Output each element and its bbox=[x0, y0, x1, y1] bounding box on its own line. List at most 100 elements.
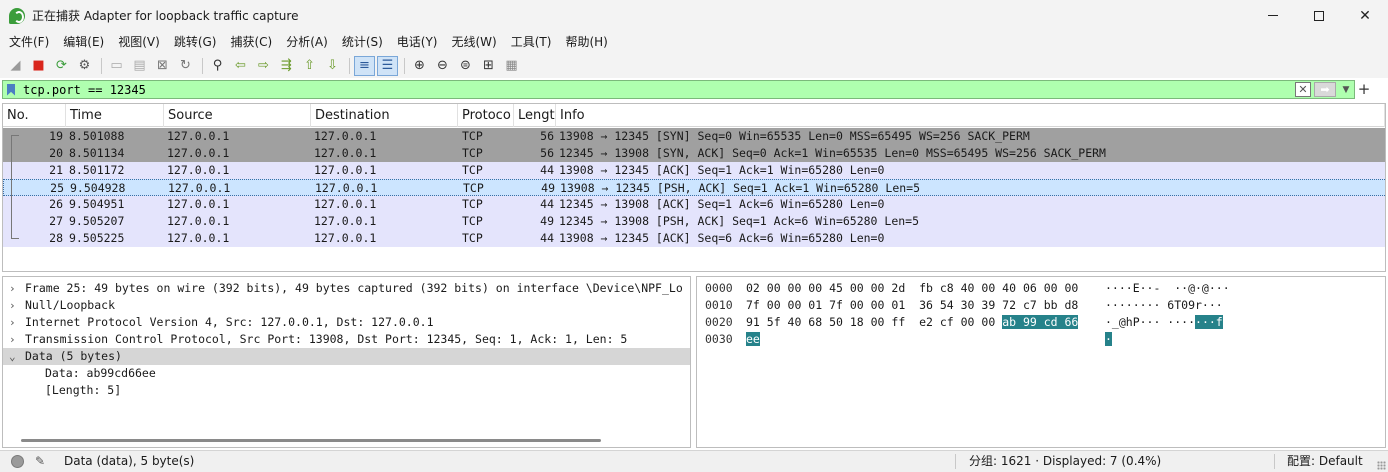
menu-item-10[interactable]: 帮助(H) bbox=[558, 31, 614, 53]
profile-selector[interactable]: 配置: Default bbox=[1287, 451, 1363, 472]
column-header-0[interactable]: No. bbox=[3, 104, 66, 127]
packet-len-cell: 49 bbox=[541, 181, 555, 195]
reload-file-button[interactable]: ↻ bbox=[175, 56, 196, 76]
detail-tree-label: [Length: 5] bbox=[45, 383, 122, 397]
zoom-out-icon: ⊖ bbox=[437, 58, 448, 73]
detail-tree-item[interactable]: › Null/Loopback bbox=[3, 297, 690, 314]
column-header-1[interactable]: Time bbox=[66, 104, 164, 127]
column-header-2[interactable]: Source bbox=[164, 104, 311, 127]
colorize-button[interactable]: ☰ bbox=[377, 55, 398, 76]
title-bar: 正在捕获 Adapter for loopback traffic captur… bbox=[0, 0, 1388, 31]
close-button[interactable]: ✕ bbox=[1342, 0, 1388, 31]
packet-row[interactable]: 26 9.504951 127.0.0.1 127.0.0.1 TCP 44 12345 →… bbox=[3, 196, 1385, 213]
packet-dst-cell: 127.0.0.1 bbox=[315, 181, 378, 195]
detail-tree-item[interactable]: › Transmission Control Protocol, Src Port… bbox=[3, 331, 690, 348]
menu-item-6[interactable]: 统计(S) bbox=[335, 31, 390, 53]
chevron-right-icon[interactable]: › bbox=[9, 297, 19, 314]
menu-item-7[interactable]: 电话(Y) bbox=[390, 31, 445, 53]
packet-proto-cell: TCP bbox=[462, 197, 483, 211]
go-back-button[interactable]: ⇦ bbox=[230, 56, 251, 76]
minimize-button[interactable] bbox=[1250, 0, 1296, 31]
packet-row[interactable]: 27 9.505207 127.0.0.1 127.0.0.1 TCP 49 12345 →… bbox=[3, 213, 1385, 230]
packet-list[interactable]: No. Time Source Destination Protoco Lengt Info… bbox=[2, 103, 1386, 272]
go-to-packet-button[interactable]: ⇶ bbox=[276, 56, 297, 76]
packet-src-cell: 127.0.0.1 bbox=[167, 146, 230, 160]
capture-comment-icon[interactable]: ✎ bbox=[35, 454, 49, 468]
stop-capture-button[interactable]: ■ bbox=[28, 56, 49, 76]
byte-hex[interactable]: 91 5f 40 68 50 18 00 ff e2 cf 00 00 ab 9… bbox=[746, 314, 1079, 331]
packet-row[interactable]: 19 8.501088 127.0.0.1 127.0.0.1 TCP 56 13908 →… bbox=[3, 128, 1385, 145]
shark-fin-start-button[interactable]: ◢ bbox=[5, 56, 26, 76]
menu-item-3[interactable]: 跳转(G) bbox=[167, 31, 224, 53]
byte-ascii[interactable]: ········ 6T09r··· bbox=[1105, 297, 1223, 314]
menu-item-5[interactable]: 分析(A) bbox=[279, 31, 335, 53]
packet-row[interactable]: 20 8.501134 127.0.0.1 127.0.0.1 TCP 56 12345 →… bbox=[3, 145, 1385, 162]
resize-columns-button[interactable]: ⊞ bbox=[478, 56, 499, 76]
restart-capture-icon: ⟳ bbox=[56, 58, 67, 73]
column-header-6[interactable]: Info bbox=[556, 104, 1385, 127]
close-file-button[interactable]: ⊠ bbox=[152, 56, 173, 76]
detail-tree-item[interactable]: › Internet Protocol Version 4, Src: 127.0… bbox=[3, 314, 690, 331]
column-header-3[interactable]: Destination bbox=[311, 104, 458, 127]
chevron-right-icon[interactable]: › bbox=[9, 331, 19, 348]
byte-ascii[interactable]: ·_@hP··· ·······f bbox=[1105, 314, 1223, 331]
resize-grip[interactable] bbox=[1377, 461, 1386, 470]
byte-hex[interactable]: 7f 00 00 01 7f 00 00 01 36 54 30 39 72 c… bbox=[746, 297, 1078, 314]
main-toolbar: ◢ ■ ⟳ ⚙ ▭ ▤ ⊠ ↻ ⚲ ⇦ ⇨ ⇶ ⇧ ⇩ ≡ ☰ ⊕ ⊖ ⊜ ⊞ ▦ bbox=[0, 53, 1388, 78]
packet-proto-cell: TCP bbox=[462, 231, 483, 245]
first-packet-button[interactable]: ⇧ bbox=[299, 56, 320, 76]
detail-tree-label: Data (5 bytes) bbox=[25, 349, 122, 363]
menu-item-4[interactable]: 捕获(C) bbox=[223, 31, 279, 53]
chevron-right-icon[interactable]: › bbox=[9, 280, 19, 297]
capture-options-button[interactable]: ⚙ bbox=[74, 56, 95, 76]
save-file-button[interactable]: ▤ bbox=[129, 56, 150, 76]
menu-item-2[interactable]: 视图(V) bbox=[111, 31, 167, 53]
column-header-5[interactable]: Lengt bbox=[514, 104, 556, 127]
auto-scroll-icon: ≡ bbox=[359, 58, 370, 73]
chevron-right-icon[interactable]: › bbox=[9, 314, 19, 331]
zoom-out-button[interactable]: ⊖ bbox=[432, 56, 453, 76]
details-horizontal-scrollbar[interactable] bbox=[21, 439, 601, 442]
detail-tree-item[interactable]: ⌄ Data (5 bytes) bbox=[3, 348, 690, 365]
byte-hex[interactable]: 02 00 00 00 45 00 00 2d fb c8 40 00 40 0… bbox=[746, 280, 1078, 297]
menu-item-8[interactable]: 无线(W) bbox=[445, 31, 504, 53]
layout-button[interactable]: ▦ bbox=[501, 56, 522, 76]
detail-tree-item[interactable]: [Length: 5] bbox=[3, 382, 690, 399]
filter-bookmark-icon[interactable] bbox=[3, 81, 19, 98]
packet-src-cell: 127.0.0.1 bbox=[167, 163, 230, 177]
column-header-4[interactable]: Protoco bbox=[458, 104, 514, 127]
chevron-down-icon[interactable]: ⌄ bbox=[9, 348, 19, 365]
filter-history-dropdown[interactable]: ▼ bbox=[1338, 82, 1354, 97]
restart-capture-button[interactable]: ⟳ bbox=[51, 56, 72, 76]
filter-apply-button[interactable]: ➡ bbox=[1314, 82, 1336, 97]
detail-tree-item[interactable]: Data: ab99cd66ee bbox=[3, 365, 690, 382]
normal-size-button[interactable]: ⊜ bbox=[455, 56, 476, 76]
menu-item-9[interactable]: 工具(T) bbox=[504, 31, 559, 53]
byte-ascii[interactable]: · bbox=[1105, 331, 1112, 348]
menu-item-1[interactable]: 编辑(E) bbox=[56, 31, 111, 53]
packet-bytes-pane[interactable]: 0000 02 00 00 00 45 00 00 2d fb c8 40 00 … bbox=[696, 276, 1386, 448]
byte-hex[interactable]: ee bbox=[746, 331, 760, 348]
display-filter-input[interactable] bbox=[23, 81, 1293, 98]
go-forward-button[interactable]: ⇨ bbox=[253, 56, 274, 76]
packet-row[interactable]: 21 8.501172 127.0.0.1 127.0.0.1 TCP 44 13908 →… bbox=[3, 162, 1385, 179]
expert-info-led-icon[interactable] bbox=[11, 455, 24, 468]
auto-scroll-button[interactable]: ≡ bbox=[354, 55, 375, 76]
detail-tree-item[interactable]: › Frame 25: 49 bytes on wire (392 bits), … bbox=[3, 280, 690, 297]
window-title: 正在捕获 Adapter for loopback traffic captur… bbox=[32, 9, 299, 23]
maximize-icon bbox=[1314, 10, 1324, 21]
add-filter-button[interactable]: + bbox=[1357, 80, 1371, 99]
find-packet-button[interactable]: ⚲ bbox=[207, 56, 228, 76]
wireshark-app-icon bbox=[9, 7, 25, 24]
menu-bar: 文件(F) 编辑(E) 视图(V) 跳转(G) 捕获(C) 分析(A) 统计(S) 电话(Y)… bbox=[0, 31, 1388, 53]
packet-details-pane[interactable]: › Frame 25: 49 bytes on wire (392 bits), … bbox=[2, 276, 691, 448]
packet-row[interactable]: 28 9.505225 127.0.0.1 127.0.0.1 TCP 44 13908 →… bbox=[3, 230, 1385, 247]
packet-row[interactable]: 25 9.504928 127.0.0.1 127.0.0.1 TCP 49 13908 →… bbox=[3, 179, 1385, 196]
filter-clear-button[interactable]: ✕ bbox=[1295, 82, 1311, 97]
open-file-button[interactable]: ▭ bbox=[106, 56, 127, 76]
menu-item-0[interactable]: 文件(F) bbox=[2, 31, 56, 53]
maximize-button[interactable] bbox=[1296, 0, 1342, 31]
last-packet-button[interactable]: ⇩ bbox=[322, 56, 343, 76]
byte-ascii[interactable]: ····E··- ··@·@··· bbox=[1105, 280, 1230, 297]
zoom-in-button[interactable]: ⊕ bbox=[409, 56, 430, 76]
